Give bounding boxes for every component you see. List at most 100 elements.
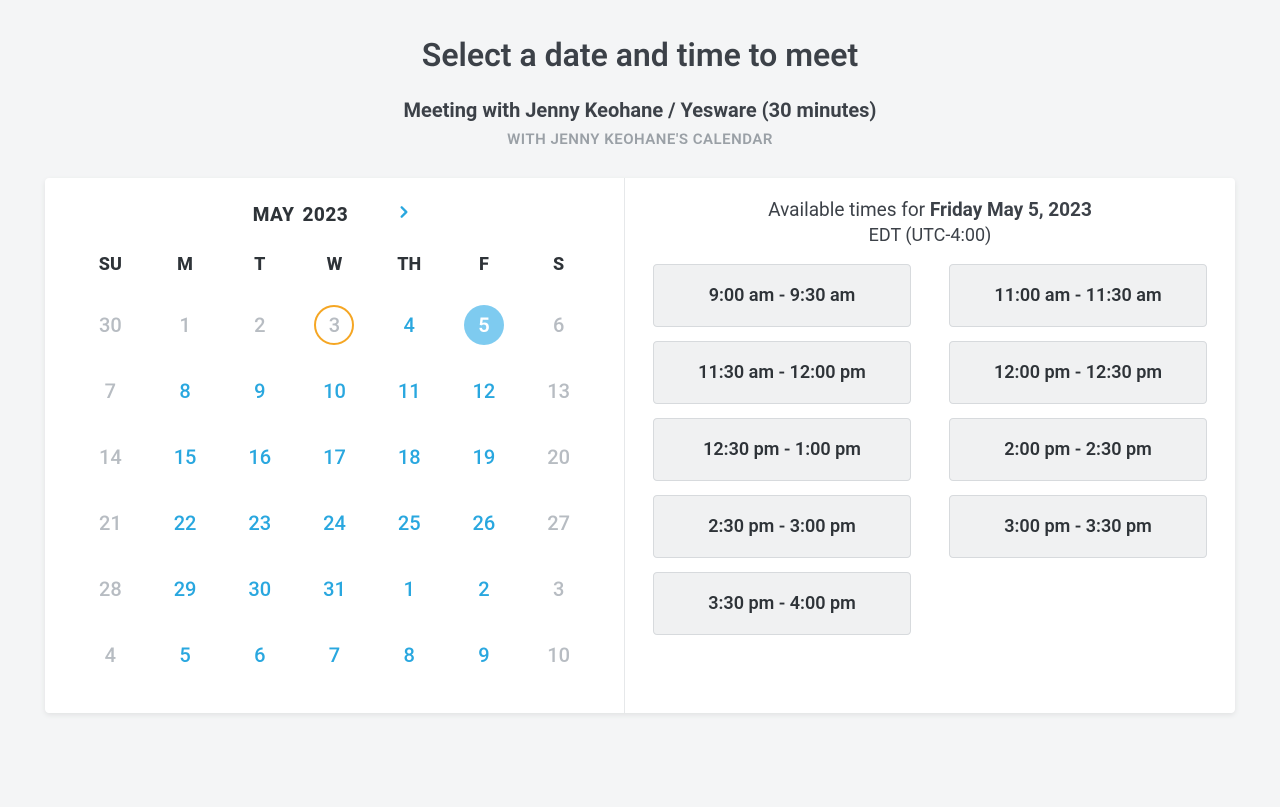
time-slot[interactable]: 2:30 pm - 3:00 pm: [653, 495, 911, 558]
calendar-day[interactable]: 22: [148, 501, 223, 545]
calendar-day-number: 30: [240, 569, 280, 609]
calendar-day: 27: [521, 501, 596, 545]
calendar-day[interactable]: 7: [297, 633, 372, 677]
time-slot[interactable]: 12:00 pm - 12:30 pm: [949, 341, 1207, 404]
calendar-day-number: 11: [389, 371, 429, 411]
times-panel: Available times for Friday May 5, 2023 E…: [625, 178, 1235, 713]
calendar-day-number: 18: [389, 437, 429, 477]
calendar-day-number: 10: [539, 635, 579, 675]
calendar-panel: MAY2023 SUMTWTHFS30123456789101112131415…: [45, 178, 625, 713]
calendar-day[interactable]: 26: [447, 501, 522, 545]
calendar-day[interactable]: 15: [148, 435, 223, 479]
calendar-day-number: 4: [389, 305, 429, 345]
calendar-owner-label: WITH JENNY KEOHANE'S CALENDAR: [0, 130, 1280, 148]
calendar-day[interactable]: 5: [447, 303, 522, 347]
calendar-day-number: 31: [314, 569, 354, 609]
calendar-day-number: 4: [90, 635, 130, 675]
calendar-day-number: 17: [314, 437, 354, 477]
time-slot[interactable]: 12:30 pm - 1:00 pm: [653, 418, 911, 481]
calendar-day-number: 26: [464, 503, 504, 543]
time-slot[interactable]: 11:00 am - 11:30 am: [949, 264, 1207, 327]
time-slot[interactable]: 11:30 am - 12:00 pm: [653, 341, 911, 404]
calendar-day[interactable]: 4: [372, 303, 447, 347]
calendar-day[interactable]: 9: [222, 369, 297, 413]
calendar-day[interactable]: 29: [148, 567, 223, 611]
calendar-weekday: T: [222, 254, 297, 281]
calendar-day: 20: [521, 435, 596, 479]
calendar-day: 14: [73, 435, 148, 479]
calendar-day[interactable]: 10: [297, 369, 372, 413]
calendar-day-number: 3: [539, 569, 579, 609]
times-header: Available times for Friday May 5, 2023: [653, 198, 1207, 221]
calendar-day-number: 30: [90, 305, 130, 345]
calendar-day-number: 14: [90, 437, 130, 477]
calendar-day-number: 1: [389, 569, 429, 609]
calendar-day[interactable]: 30: [222, 567, 297, 611]
calendar-day-number: 9: [464, 635, 504, 675]
calendar-weekday: S: [521, 254, 596, 281]
time-slot[interactable]: 3:30 pm - 4:00 pm: [653, 572, 911, 635]
calendar-day[interactable]: 5: [148, 633, 223, 677]
calendar-day[interactable]: 31: [297, 567, 372, 611]
calendar-day[interactable]: 17: [297, 435, 372, 479]
calendar-day-number: 25: [389, 503, 429, 543]
calendar-day-number: 8: [389, 635, 429, 675]
calendar-day[interactable]: 6: [222, 633, 297, 677]
calendar-day-number: 22: [165, 503, 205, 543]
calendar-day: 21: [73, 501, 148, 545]
calendar-day: 7: [73, 369, 148, 413]
calendar-day-number: 19: [464, 437, 504, 477]
calendar-day[interactable]: 1: [372, 567, 447, 611]
calendar-day: 3: [297, 303, 372, 347]
calendar-day-number: 3: [314, 305, 354, 345]
calendar-day[interactable]: 8: [148, 369, 223, 413]
calendar-grid: SUMTWTHFS3012345678910111213141516171819…: [73, 254, 596, 677]
calendar-day-number: 6: [240, 635, 280, 675]
calendar-weekday: SU: [73, 254, 148, 281]
calendar-day-number: 20: [539, 437, 579, 477]
calendar-day-number: 15: [165, 437, 205, 477]
time-slot[interactable]: 9:00 am - 9:30 am: [653, 264, 911, 327]
calendar-day-number: 21: [90, 503, 130, 543]
calendar-day-number: 28: [90, 569, 130, 609]
next-month-button[interactable]: [392, 202, 416, 226]
calendar-day[interactable]: 12: [447, 369, 522, 413]
calendar-day-number: 10: [314, 371, 354, 411]
calendar-day-number: 24: [314, 503, 354, 543]
calendar-day: 4: [73, 633, 148, 677]
calendar-day-number: 2: [464, 569, 504, 609]
time-slot[interactable]: 3:00 pm - 3:30 pm: [949, 495, 1207, 558]
calendar-day-number: 1: [165, 305, 205, 345]
calendar-day[interactable]: 9: [447, 633, 522, 677]
calendar-day[interactable]: 11: [372, 369, 447, 413]
calendar-day-number: 9: [240, 371, 280, 411]
calendar-day: 30: [73, 303, 148, 347]
calendar-day: 28: [73, 567, 148, 611]
calendar-day[interactable]: 18: [372, 435, 447, 479]
calendar-day-number: 8: [165, 371, 205, 411]
calendar-weekday: TH: [372, 254, 447, 281]
calendar-day[interactable]: 25: [372, 501, 447, 545]
calendar-day: 10: [521, 633, 596, 677]
calendar-day-number: 6: [539, 305, 579, 345]
calendar-day-number: 7: [90, 371, 130, 411]
calendar-day: 3: [521, 567, 596, 611]
calendar-day[interactable]: 8: [372, 633, 447, 677]
calendar-day-number: 12: [464, 371, 504, 411]
times-grid: 9:00 am - 9:30 am 11:00 am - 11:30 am 11:3…: [653, 264, 1207, 635]
meeting-title: Meeting with Jenny Keohane / Yesware (30…: [0, 98, 1280, 122]
calendar-day[interactable]: 16: [222, 435, 297, 479]
calendar-day-number: 16: [240, 437, 280, 477]
calendar-day[interactable]: 23: [222, 501, 297, 545]
calendar-weekday: M: [148, 254, 223, 281]
calendar-day[interactable]: 24: [297, 501, 372, 545]
page-title: Select a date and time to meet: [0, 36, 1280, 74]
chevron-right-icon: [397, 202, 411, 226]
calendar-day: 2: [222, 303, 297, 347]
calendar-day-number: 29: [165, 569, 205, 609]
time-slot[interactable]: 2:00 pm - 2:30 pm: [949, 418, 1207, 481]
calendar-day[interactable]: 19: [447, 435, 522, 479]
calendar-day-number: 13: [539, 371, 579, 411]
calendar-day[interactable]: 2: [447, 567, 522, 611]
calendar-day-number: 5: [165, 635, 205, 675]
